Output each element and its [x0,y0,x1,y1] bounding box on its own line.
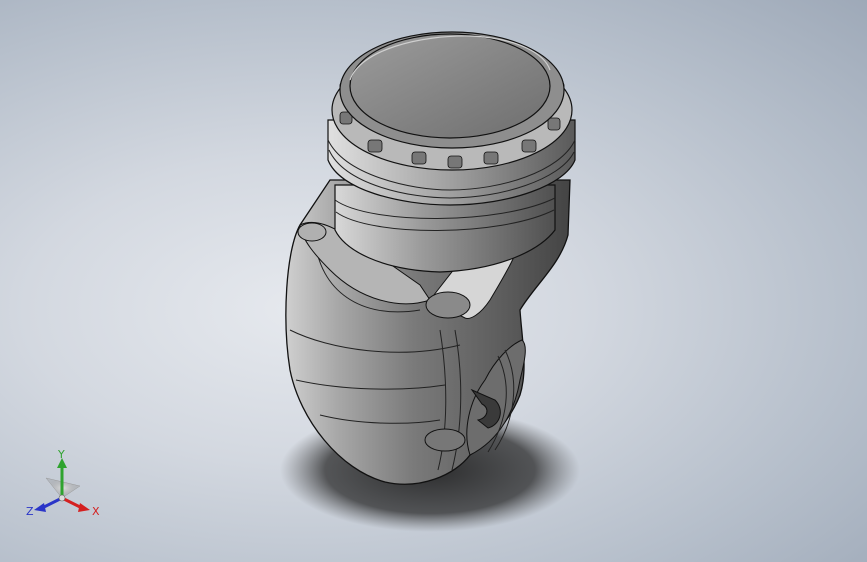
x-axis-label: X [92,505,100,518]
boss-lower [424,428,466,452]
graphics-viewport[interactable]: Y X Z [0,0,867,562]
z-axis-arrow-icon [34,503,46,512]
z-axis-label: Z [26,505,34,518]
boss-left [297,222,327,242]
x-axis-line [61,496,83,510]
cap-top[interactable] [349,33,551,139]
x-axis-arrow-icon [78,503,90,512]
3d-model[interactable] [0,0,867,562]
z-axis-line [41,496,63,510]
boss-right [425,291,471,319]
axis-triad[interactable]: Y X Z [22,448,108,522]
y-axis-label: Y [57,448,65,461]
triad-origin [58,494,66,502]
